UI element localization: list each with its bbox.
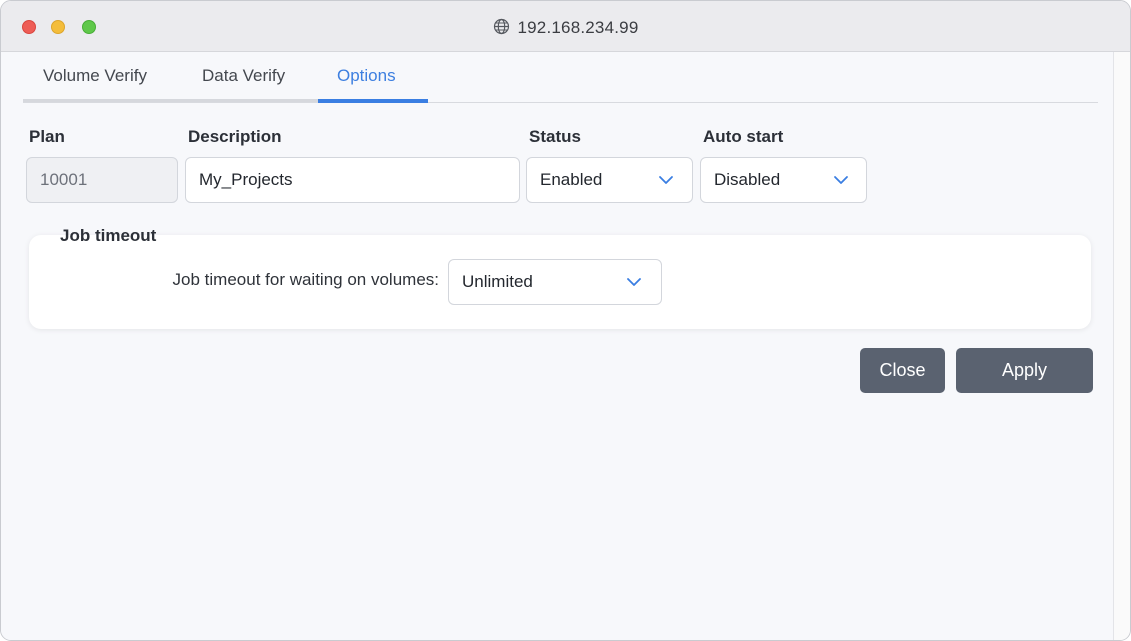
- title-bar: 192.168.234.99: [1, 1, 1130, 52]
- status-label: Status: [529, 127, 581, 146]
- window-side-edge: [1113, 52, 1130, 640]
- plan-field: 10001: [26, 157, 178, 203]
- auto-start-value: Disabled: [714, 170, 781, 189]
- chevron-down-icon: [627, 278, 641, 286]
- status-value: Enabled: [540, 170, 603, 189]
- chevron-down-icon: [659, 176, 673, 184]
- tab-options[interactable]: Options: [337, 66, 396, 86]
- tab-divider: [23, 102, 1098, 103]
- job-timeout-label: Job timeout for waiting on volumes:: [172, 270, 439, 289]
- window-title-container: 192.168.234.99: [1, 18, 1130, 40]
- app-window: 192.168.234.99 Volume Verify Data Verify…: [0, 0, 1131, 641]
- close-button[interactable]: Close: [860, 348, 945, 393]
- auto-start-label: Auto start: [703, 127, 784, 146]
- job-timeout-select[interactable]: Unlimited: [448, 259, 662, 305]
- chevron-down-icon: [834, 176, 848, 184]
- tab-data-verify[interactable]: Data Verify: [202, 66, 285, 86]
- active-tab-indicator: [318, 99, 428, 103]
- description-value: My_Projects: [199, 170, 293, 189]
- job-timeout-value: Unlimited: [462, 272, 533, 291]
- description-field[interactable]: My_Projects: [185, 157, 520, 203]
- plan-value: 10001: [40, 170, 88, 189]
- plan-label: Plan: [29, 127, 65, 146]
- apply-button[interactable]: Apply: [956, 348, 1093, 393]
- globe-icon: [493, 18, 510, 40]
- status-select[interactable]: Enabled: [526, 157, 693, 203]
- auto-start-select[interactable]: Disabled: [700, 157, 867, 203]
- tab-bar: Volume Verify Data Verify Options: [23, 52, 1098, 106]
- window-title: 192.168.234.99: [517, 18, 639, 37]
- description-label: Description: [188, 127, 282, 146]
- main-content: Volume Verify Data Verify Options Plan D…: [1, 52, 1113, 640]
- job-timeout-title: Job timeout: [60, 226, 157, 245]
- tab-volume-verify[interactable]: Volume Verify: [43, 66, 147, 86]
